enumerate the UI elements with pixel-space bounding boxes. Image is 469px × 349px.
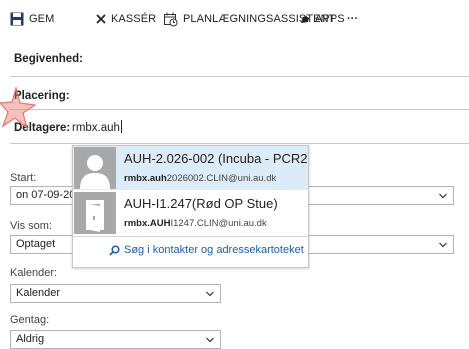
attendees-input-text: rmbx.auh — [72, 122, 120, 134]
suggestion-email-rest: I1247.CLIN@uni.au.dk — [170, 218, 267, 229]
suggestion-name: AUH-2.026-002 (Incuba - PCR2, DI — [124, 151, 308, 166]
attendees-underline — [10, 143, 469, 144]
show-as-label: Vis som: — [10, 220, 52, 232]
suggestion-email: rmbx.AUHI1247.CLIN@uni.au.dk — [124, 218, 267, 229]
save-label: GEM — [29, 13, 55, 25]
calendar-label: Kalender: — [10, 267, 58, 279]
person-avatar-icon — [74, 147, 116, 189]
repeat-value: Aldrig — [16, 333, 45, 345]
search-icon — [109, 244, 120, 256]
suggestion-item[interactable]: AUH-2.026-002 (Incuba - PCR2, DI rmbx.au… — [73, 146, 308, 190]
close-icon — [96, 14, 106, 24]
chevron-down-icon — [439, 193, 447, 199]
suggestion-item[interactable]: AUH-I1.247(Rød OP Stue) rmbx.AUHI1247.CL… — [73, 191, 308, 235]
suggestion-email-match: rmbx.auh — [124, 173, 167, 184]
event-input[interactable] — [10, 76, 469, 77]
popup-divider — [73, 236, 308, 237]
apps-icon — [300, 15, 310, 24]
discard-label: KASSÉR — [111, 13, 157, 25]
calendar-clock-icon — [164, 12, 178, 27]
suggestion-email: rmbx.auh2026002.CLIN@uni.au.dk — [124, 173, 276, 184]
search-contacts-label: Søg i kontakter og adressekartoteket — [124, 244, 304, 256]
show-as-dropdown[interactable] — [298, 235, 454, 254]
calendar-value: Kalender — [16, 287, 61, 299]
chevron-down-icon — [439, 242, 447, 248]
chevron-down-icon — [206, 291, 214, 297]
text-caret — [120, 120, 122, 133]
more-options-button[interactable]: ··· — [347, 11, 358, 27]
discard-button[interactable]: KASSÉR — [96, 11, 156, 27]
attendee-suggestions-popup: AUH-2.026-002 (Incuba - PCR2, DI rmbx.au… — [72, 145, 309, 268]
suggestion-email-rest: 2026002.CLIN@uni.au.dk — [166, 173, 277, 184]
start-time-select[interactable] — [298, 186, 454, 205]
start-date-value: on 07-09-20 — [16, 189, 74, 201]
room-door-icon — [74, 192, 116, 234]
suggestion-email-match: rmbx.AUH — [124, 218, 171, 229]
event-label: Begivenhed: — [14, 53, 84, 65]
suggestion-name: AUH-I1.247(Rød OP Stue) — [124, 196, 278, 211]
search-contacts-link[interactable]: Søg i kontakter og adressekartoteket — [109, 244, 304, 256]
start-date-select[interactable]: on 07-09-20 — [10, 186, 74, 205]
show-as-value: Optaget — [16, 238, 56, 250]
save-button[interactable]: GEM — [10, 11, 54, 27]
more-label: ··· — [347, 13, 358, 25]
chevron-down-icon — [206, 337, 214, 343]
location-input[interactable] — [10, 109, 469, 110]
start-label: Start: — [10, 172, 37, 184]
command-toolbar: GEM KASSÉR PLANLÆGNINGSASSISTENT APPS ··… — [0, 0, 469, 36]
calendar-select[interactable]: Kalender — [10, 284, 221, 303]
repeat-select[interactable]: Aldrig — [10, 330, 221, 349]
apps-label: APPS — [315, 13, 345, 25]
apps-button[interactable]: APPS — [300, 11, 345, 27]
attendees-input[interactable]: rmbx.auh — [72, 120, 122, 134]
show-as-select[interactable]: Optaget — [10, 235, 74, 254]
save-icon — [10, 12, 24, 26]
star-marker-icon — [0, 86, 36, 130]
repeat-label: Gentag: — [10, 314, 50, 326]
